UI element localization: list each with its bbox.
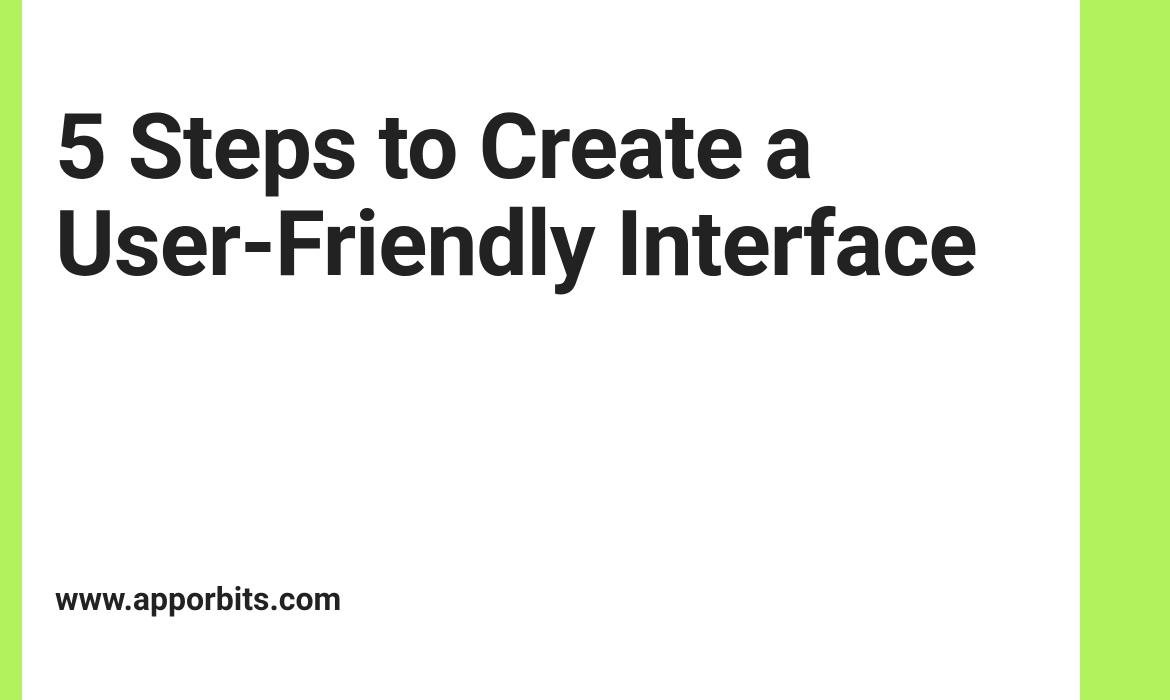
website-url: www.apporbits.com <box>55 580 341 618</box>
right-accent-bar <box>1080 0 1170 700</box>
page-title: 5 Steps to Create a User-Friendly Interf… <box>55 100 1050 295</box>
left-accent-bar <box>0 0 22 700</box>
content-area: 5 Steps to Create a User-Friendly Interf… <box>55 100 1050 295</box>
